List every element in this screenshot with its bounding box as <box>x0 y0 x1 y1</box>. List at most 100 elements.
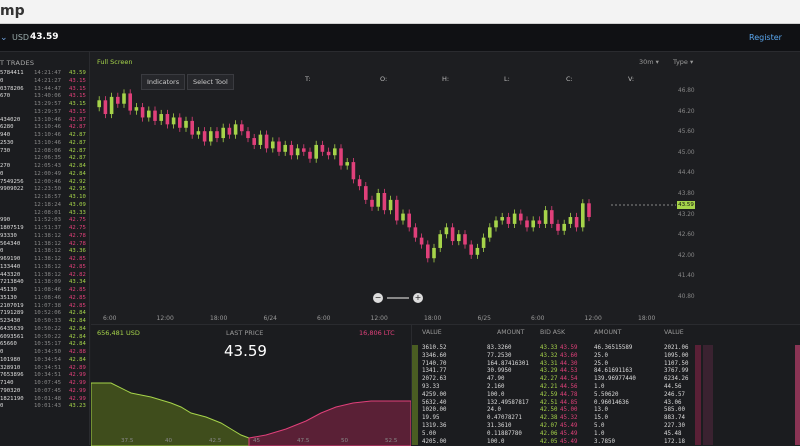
bid-price-cell[interactable]: 42.51 <box>540 400 557 408</box>
ask-amount-cell[interactable]: 139.96977440 <box>594 376 636 384</box>
ask-value-cell[interactable]: 1095.00 <box>664 353 688 361</box>
bid-value-cell[interactable]: 19.95 <box>422 415 439 423</box>
bid-value-cell[interactable]: 93.33 <box>422 384 439 392</box>
trade-time: 11:07:38 <box>34 302 61 309</box>
zoom-slider[interactable] <box>387 297 409 299</box>
ask-value-cell[interactable]: 585.00 <box>664 407 685 415</box>
ask-value-cell[interactable]: 43.06 <box>664 400 681 408</box>
bid-value-cell[interactable]: 5.00 <box>422 431 436 439</box>
ask-price-cell[interactable]: 44.85 <box>560 400 577 408</box>
trade-price: 43.15 <box>69 85 86 92</box>
ask-price-cell[interactable]: 44.56 <box>560 384 577 392</box>
bid-amount-cell[interactable]: 24.0 <box>487 407 501 415</box>
bid-amount-cell[interactable]: 100.0 <box>487 439 504 445</box>
bid-amount-cell[interactable]: 2.160 <box>487 384 504 392</box>
bid-value-cell[interactable]: 1319.36 <box>422 423 446 431</box>
bid-amount-cell[interactable]: 30.9950 <box>487 368 511 376</box>
candle-body <box>246 131 250 139</box>
ask-amount-cell[interactable]: 46.36515589 <box>594 345 632 353</box>
bid-price-cell[interactable]: 42.59 <box>540 392 557 400</box>
trade-price: 42.99 <box>69 395 86 402</box>
bid-amount-cell[interactable]: 31.3610 <box>487 423 511 431</box>
ask-value-cell[interactable]: 6234.26 <box>664 376 688 384</box>
zoom-out-button[interactable]: − <box>373 293 383 303</box>
bid-price-cell[interactable]: 42.06 <box>540 431 557 439</box>
ask-price-cell[interactable]: 45.00 <box>560 407 577 415</box>
ask-price-cell[interactable]: 45.32 <box>560 415 577 423</box>
bid-value-cell[interactable]: 3346.60 <box>422 353 446 361</box>
ask-price-cell[interactable]: 44.78 <box>560 392 577 400</box>
ask-value-cell[interactable]: 44.56 <box>664 384 681 392</box>
ask-price-cell[interactable]: 43.59 <box>560 345 577 353</box>
candle-body <box>153 110 157 121</box>
bid-price-cell[interactable]: 42.50 <box>540 407 557 415</box>
ask-amount-cell[interactable]: 0.96014636 <box>594 400 629 408</box>
trade-amount: 7549256 <box>0 178 24 185</box>
bid-value-cell[interactable]: 1341.77 <box>422 368 446 376</box>
bid-amount-cell[interactable]: 164.87416301 <box>487 361 529 369</box>
ask-value-cell[interactable]: 172.18 <box>664 439 685 445</box>
bid-amount-cell[interactable]: 100.0 <box>487 392 504 400</box>
ask-value-cell[interactable]: 2021.06 <box>664 345 688 353</box>
candlestick-plot <box>97 89 676 263</box>
bid-price-cell[interactable]: 42.38 <box>540 415 557 423</box>
bid-amount-cell[interactable]: 83.3260 <box>487 345 511 353</box>
ask-amount-cell[interactable]: 3.7850 <box>594 439 615 445</box>
bid-amount-cell[interactable]: 0.11887780 <box>487 431 522 439</box>
depth-tick: 42.5 <box>209 438 222 444</box>
ask-price-cell[interactable]: 45.49 <box>560 439 577 445</box>
bid-value-cell[interactable]: 7140.70 <box>422 361 446 369</box>
ask-price-cell[interactable]: 44.30 <box>560 361 577 369</box>
ask-price-cell[interactable]: 44.54 <box>560 376 577 384</box>
bid-price-cell[interactable]: 42.21 <box>540 384 557 392</box>
bid-price-cell[interactable]: 43.31 <box>540 361 557 369</box>
chevron-down-icon[interactable]: ⌄ <box>0 33 8 43</box>
bid-amount-cell[interactable]: 0.47078271 <box>487 415 522 423</box>
ask-price-cell[interactable]: 45.49 <box>560 423 577 431</box>
ask-value-cell[interactable]: 246.57 <box>664 392 685 400</box>
trade-price: 43.33 <box>69 209 86 216</box>
zoom-in-button[interactable]: + <box>413 293 423 303</box>
zoom-control[interactable]: − + <box>373 293 423 303</box>
trade-time: 11:38:12 <box>34 271 61 278</box>
ask-value-cell[interactable]: 45.48 <box>664 431 681 439</box>
bid-value-cell[interactable]: 1020.00 <box>422 407 446 415</box>
ask-amount-cell[interactable]: 25.0 <box>594 361 608 369</box>
price-chart[interactable]: Full Screen 30m ▾ Type ▾ Indicators Sele… <box>91 52 711 324</box>
ask-price-cell[interactable]: 45.49 <box>560 431 577 439</box>
ask-amount-cell[interactable]: 5.0 <box>594 423 604 431</box>
bid-price-cell[interactable]: 43.29 <box>540 368 557 376</box>
bid-value-cell[interactable]: 5632.40 <box>422 400 446 408</box>
bid-value-cell[interactable]: 2072.63 <box>422 376 446 384</box>
bid-amount-cell[interactable]: 132.49587817 <box>487 400 529 408</box>
bid-value-cell[interactable]: 3610.52 <box>422 345 446 353</box>
ask-amount-cell[interactable]: 13.0 <box>594 407 608 415</box>
register-link[interactable]: Register <box>749 33 782 42</box>
ask-amount-cell[interactable]: 25.0 <box>594 353 608 361</box>
ask-price-cell[interactable]: 44.53 <box>560 368 577 376</box>
logo[interactable]: mp <box>0 3 25 19</box>
price-tick: 42.00 <box>678 252 695 259</box>
bid-price-cell[interactable]: 42.07 <box>540 423 557 431</box>
bid-amount-cell[interactable]: 47.90 <box>487 376 504 384</box>
ask-price-cell[interactable]: 43.60 <box>560 353 577 361</box>
candle-body <box>184 120 188 128</box>
ask-amount-cell[interactable]: 15.0 <box>594 415 608 423</box>
ask-value-cell[interactable]: 227.30 <box>664 423 685 431</box>
bid-amount-cell[interactable]: 77.2530 <box>487 353 511 361</box>
trade-amount: 969190 <box>0 256 21 262</box>
bid-price-cell[interactable]: 43.32 <box>540 353 557 361</box>
ask-value-cell[interactable]: 883.74 <box>664 415 685 423</box>
ask-value-cell[interactable]: 1107.50 <box>664 361 688 369</box>
bid-price-cell[interactable]: 42.27 <box>540 376 557 384</box>
ask-amount-cell[interactable]: 1.0 <box>594 431 604 439</box>
ask-amount-cell[interactable]: 84.61691163 <box>594 368 632 376</box>
bid-price-cell[interactable]: 42.05 <box>540 439 557 445</box>
bid-value-cell[interactable]: 4205.00 <box>422 439 446 445</box>
ask-amount-cell[interactable]: 1.0 <box>594 384 604 392</box>
ask-value-cell[interactable]: 3767.99 <box>664 368 688 376</box>
bid-price-cell[interactable]: 43.33 <box>540 345 557 353</box>
trade-price: 42.84 <box>69 341 86 348</box>
bid-value-cell[interactable]: 4259.00 <box>422 392 446 400</box>
ask-amount-cell[interactable]: 5.50620 <box>594 392 618 400</box>
